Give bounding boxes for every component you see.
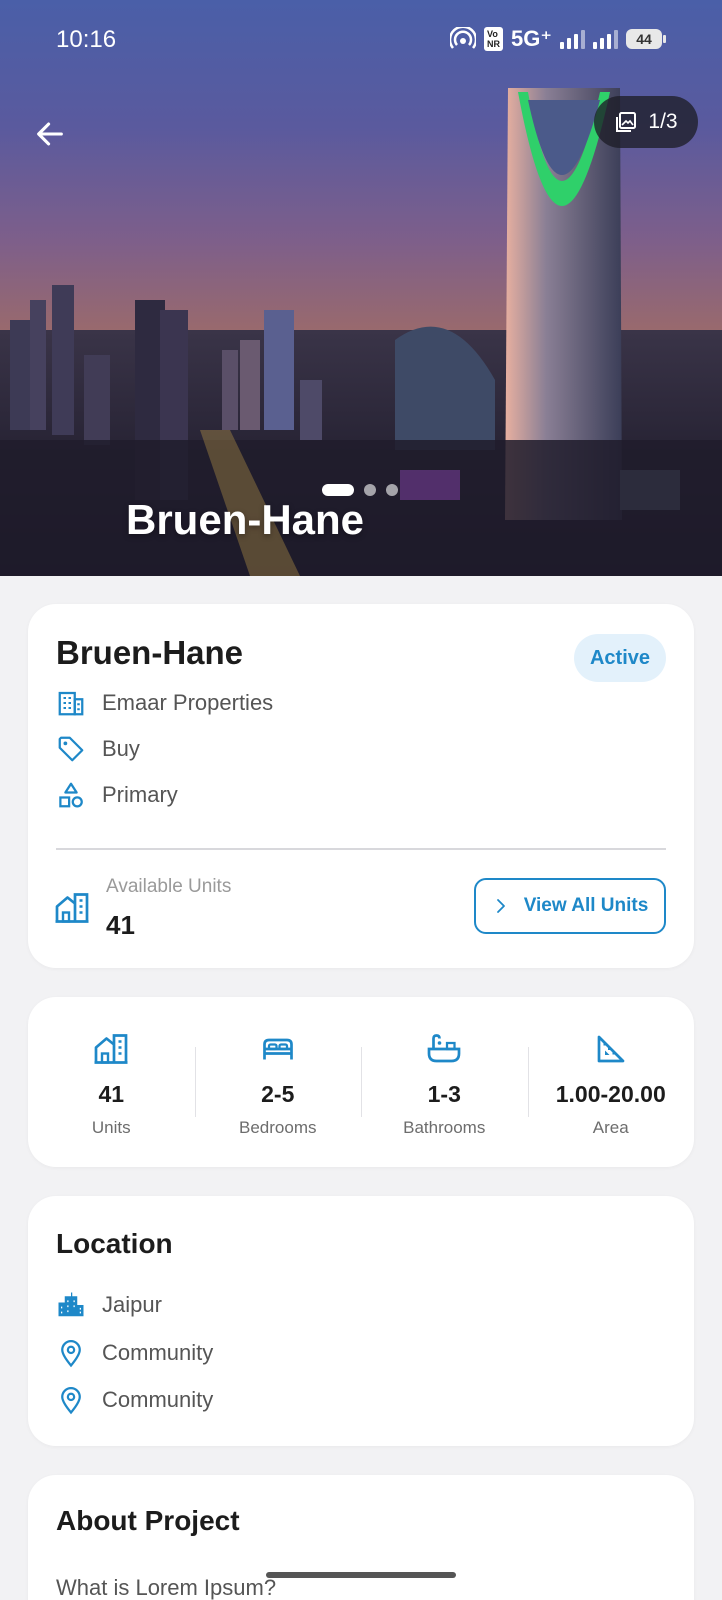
stat-value: 1.00-20.00 xyxy=(555,1081,666,1107)
location-card: Location Jaipur Community Community xyxy=(28,1196,694,1446)
area-value: Community xyxy=(102,1340,214,1365)
stat-bedrooms: 2-5 Bedrooms xyxy=(194,997,362,1167)
available-units-value: 41 xyxy=(106,910,135,940)
signal-icon xyxy=(593,29,618,49)
project-name: Bruen-Hane xyxy=(56,634,244,671)
market-value: Primary xyxy=(102,782,178,807)
developer-row: Emaar Properties xyxy=(56,688,273,718)
purpose-value: Buy xyxy=(102,736,140,761)
status-icons: Vo NR 5G⁺ 44 xyxy=(450,26,666,52)
carousel-dot[interactable] xyxy=(322,484,354,496)
status-badge: Active xyxy=(574,634,666,682)
carousel-dot[interactable] xyxy=(364,484,376,496)
community-row: Community xyxy=(56,1385,213,1415)
stat-value: 41 xyxy=(98,1081,125,1107)
home-indicator[interactable] xyxy=(266,1572,456,1578)
view-all-units-label: View All Units xyxy=(523,895,649,916)
shapes-icon xyxy=(59,782,83,808)
project-summary-card: Bruen-Hane Active Emaar Properties Buy P… xyxy=(28,604,694,968)
building-icon xyxy=(58,691,84,716)
view-all-units-button[interactable]: View All Units xyxy=(474,878,666,934)
stat-value: 1-3 xyxy=(427,1081,461,1107)
status-time: 10:16 xyxy=(56,26,117,53)
city-row: Jaipur xyxy=(56,1290,162,1320)
building-icon xyxy=(94,1034,128,1064)
map-pin-icon xyxy=(61,1387,81,1415)
developer-name: Emaar Properties xyxy=(102,690,274,715)
bed-icon xyxy=(262,1038,293,1060)
map-pin-icon xyxy=(61,1340,81,1368)
hero-title: Bruen-Hane xyxy=(126,496,365,543)
gallery-icon xyxy=(616,112,637,132)
stat-label: Units xyxy=(91,1118,131,1137)
project-stats-card: 41 Units 2-5 Bedrooms 1-3 Bathrooms 1.00… xyxy=(28,997,694,1167)
available-units-label: Available Units xyxy=(106,876,232,897)
chevron-right-icon xyxy=(496,899,505,913)
location-title: Location xyxy=(56,1228,173,1259)
community-value: Community xyxy=(102,1387,214,1412)
divider xyxy=(56,848,666,850)
purpose-row: Buy xyxy=(56,734,140,764)
apartment-building-icon xyxy=(55,893,89,923)
hero-image-carousel[interactable]: 10:16 Vo NR 5G⁺ 44 1/3 Bruen-Hane xyxy=(0,0,722,576)
hotspot-icon xyxy=(450,27,477,49)
network-type: 5G⁺ xyxy=(511,26,552,51)
market-row: Primary xyxy=(56,780,178,810)
stat-label: Bathrooms xyxy=(403,1118,486,1137)
carousel-indicator xyxy=(322,484,398,496)
city-icon xyxy=(58,1292,84,1317)
stat-area: 1.00-20.00 Area xyxy=(527,997,695,1167)
image-counter[interactable]: 1/3 xyxy=(594,96,698,148)
bathtub-icon xyxy=(427,1034,461,1063)
stat-units: 41 Units xyxy=(28,997,195,1167)
status-bar: 10:16 Vo NR 5G⁺ 44 xyxy=(0,0,722,84)
image-counter-text: 1/3 xyxy=(648,110,678,133)
city-value: Jaipur xyxy=(102,1292,162,1317)
signal-icon xyxy=(560,29,585,49)
ruler-triangle-icon xyxy=(597,1035,625,1063)
tag-icon xyxy=(58,736,84,762)
about-title: About Project xyxy=(56,1505,240,1536)
stat-value: 2-5 xyxy=(261,1081,295,1107)
battery-icon: 44 xyxy=(626,29,666,49)
stat-bathrooms: 1-3 Bathrooms xyxy=(361,997,528,1167)
about-text: What is Lorem Ipsum? xyxy=(56,1575,277,1600)
stat-label: Bedrooms xyxy=(239,1118,317,1137)
about-project-card: About Project What is Lorem Ipsum? xyxy=(28,1475,694,1600)
carousel-dot[interactable] xyxy=(386,484,398,496)
back-button[interactable] xyxy=(28,112,72,156)
stat-label: Area xyxy=(592,1118,629,1137)
volte-icon: Vo NR xyxy=(484,27,504,51)
arrow-left-icon xyxy=(37,122,63,146)
area-row: Community xyxy=(56,1338,213,1368)
